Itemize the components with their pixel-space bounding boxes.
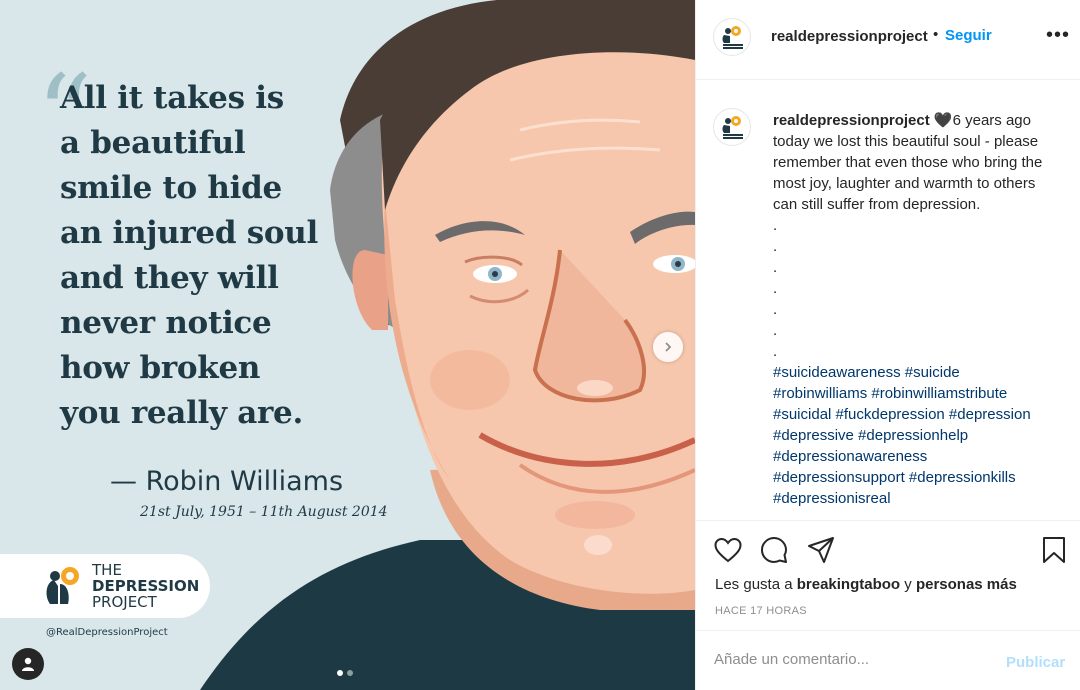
tagged-users-button[interactable]: [12, 648, 44, 680]
quote-line: and they will: [60, 260, 279, 296]
logo-line: THE: [92, 561, 122, 579]
avatar[interactable]: [713, 108, 751, 146]
logo-line: PROJECT: [92, 593, 157, 611]
comment-button[interactable]: [759, 535, 789, 565]
post-header: realdepressionproject • Seguir •••: [696, 0, 1080, 80]
more-options-button[interactable]: •••: [1046, 24, 1070, 47]
separator-dot: •: [933, 26, 939, 43]
quote-line: a beautiful: [60, 125, 246, 161]
caption-username[interactable]: realdepressionproject: [773, 112, 930, 129]
likes-and: y: [904, 576, 912, 593]
black-heart-emoji: 🖤: [933, 112, 953, 129]
carousel-dot: [347, 670, 353, 676]
quote-text: All it takes is a beautiful smile to hid…: [60, 76, 360, 436]
likes-others-link[interactable]: personas más: [916, 576, 1017, 593]
add-comment-bar: Publicar: [696, 630, 1080, 690]
likes-prefix: Les gusta a: [715, 576, 793, 593]
follow-button[interactable]: Seguir: [945, 27, 992, 44]
liked-by-user-link[interactable]: breakingtaboo: [797, 576, 900, 593]
paper-plane-icon: [808, 537, 834, 563]
caption-dot: .: [773, 280, 778, 297]
quote-author: — Robin Williams: [110, 466, 344, 497]
carousel-dot: [337, 670, 343, 676]
user-icon: [22, 657, 34, 671]
likes-summary: Les gusta a breakingtaboo y personas más: [715, 576, 1017, 593]
caption-dot: .: [773, 238, 778, 255]
post-timestamp[interactable]: HACE 17 HORAS: [715, 605, 807, 617]
logo-wordmark: THE DEPRESSION PROJECT: [92, 562, 199, 610]
depression-project-logo-icon: [46, 567, 79, 604]
comment-icon: [761, 537, 787, 563]
share-button[interactable]: [806, 535, 836, 565]
chevron-right-icon: [665, 342, 672, 352]
quote-dates: 21st July, 1951 – 11th August 2014: [140, 504, 388, 520]
carousel-next-button[interactable]: [653, 332, 683, 362]
caption-dot: .: [773, 322, 778, 339]
depression-project-logo-icon: [722, 26, 743, 49]
quote-line: smile to hide: [60, 170, 282, 206]
quote-line: you really are.: [60, 395, 303, 431]
post-actions: Les gusta a breakingtaboo y personas más…: [696, 520, 1080, 630]
caption-dot: .: [773, 217, 778, 234]
caption-dot: .: [773, 259, 778, 276]
depression-project-logo-icon: [722, 116, 743, 139]
bookmark-icon: [1043, 537, 1065, 563]
avatar[interactable]: [713, 18, 751, 56]
publish-button[interactable]: Publicar: [1006, 654, 1065, 671]
like-button[interactable]: [713, 535, 743, 565]
post-caption: realdepressionproject 🖤6 years ago today…: [773, 110, 1058, 509]
comment-input[interactable]: [714, 651, 994, 668]
quote-line: how broken: [60, 350, 261, 386]
carousel-indicator: [337, 670, 353, 676]
quote-line: an injured soul: [60, 215, 318, 251]
save-button[interactable]: [1039, 535, 1069, 565]
image-handle: @RealDepressionProject: [46, 627, 168, 638]
quote-line: All it takes is: [60, 80, 284, 116]
heart-icon: [714, 537, 742, 563]
caption-dot: .: [773, 301, 778, 318]
header-username[interactable]: realdepressionproject: [771, 28, 928, 45]
caption-hashtags[interactable]: #suicideawareness #suicide #robinwilliam…: [773, 364, 1031, 507]
post-sidebar: realdepressionproject • Seguir ••• reald…: [695, 0, 1080, 690]
logo-line: DEPRESSION: [92, 577, 200, 595]
comments-section[interactable]: realdepressionproject 🖤6 years ago today…: [696, 80, 1080, 520]
quote-line: never notice: [60, 305, 272, 341]
post-image[interactable]: “ All it takes is a beautiful smile to h…: [0, 0, 695, 690]
caption-dot: .: [773, 343, 778, 360]
